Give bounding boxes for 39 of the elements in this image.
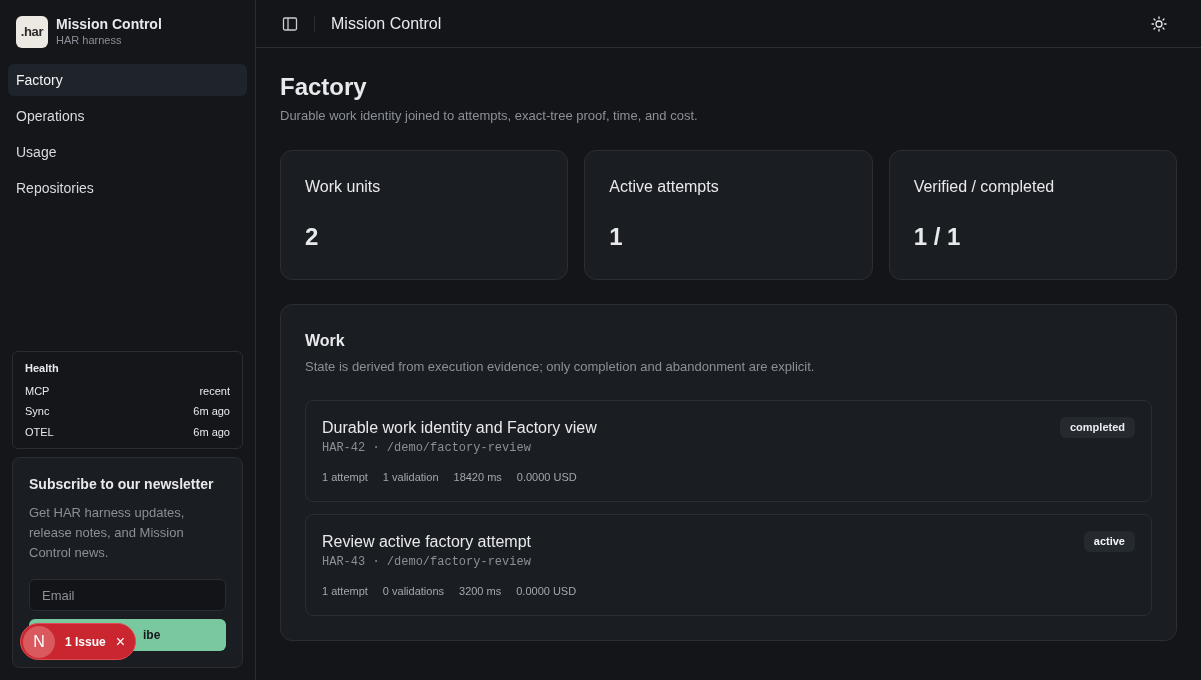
- work-subtitle: State is derived from execution evidence; only completion and abandonment are explicit.: [305, 357, 816, 376]
- status-badge: completed: [1060, 417, 1135, 438]
- work-item-meta: 0.0000 USD: [516, 470, 577, 485]
- stat-label: Work units: [305, 176, 382, 197]
- stat-label: Verified / completed: [913, 176, 1056, 197]
- issue-avatar: N: [23, 625, 55, 658]
- app-subtitle: HAR harness: [56, 33, 123, 48]
- health-value: 6m ago: [193, 404, 230, 419]
- status-badge: active: [1083, 531, 1135, 552]
- work-item-meta: 1 attempt: [322, 470, 368, 485]
- work-item-meta: 1 validation: [382, 470, 439, 485]
- work-item-path: HAR-42 · /demo/factory-review: [322, 440, 531, 457]
- issue-count: 1 Issue: [65, 633, 106, 651]
- health-label: OTEL: [25, 424, 54, 440]
- stat-value: 2: [305, 221, 320, 252]
- app-title: Mission Control: [56, 16, 162, 34]
- work-item-path: HAR-43 · /demo/factory-review: [322, 554, 531, 571]
- newsletter-title: Subscribe to our newsletter: [29, 475, 215, 494]
- work-item-title: Review active factory attempt: [322, 532, 531, 552]
- work-item-meta: 3200 ms: [459, 584, 502, 599]
- health-title: Health: [25, 361, 60, 376]
- work-item-meta: 1 attempt: [322, 584, 368, 599]
- health-label: MCP: [25, 383, 50, 399]
- header-title: Mission Control: [331, 13, 442, 34]
- health-value: recent: [199, 383, 230, 399]
- work-item-title: Durable work identity and Factory view: [322, 418, 597, 438]
- stat-label: Active attempts: [609, 176, 720, 197]
- health-label: Sync: [25, 404, 50, 419]
- page-title: Factory: [280, 72, 368, 102]
- work-title: Work: [305, 330, 346, 351]
- health-value: 6m ago: [193, 424, 230, 440]
- app-logo: .har: [16, 16, 48, 48]
- work-item-meta: 0 validations: [382, 584, 444, 599]
- newsletter-text: Get HAR harness updates, release notes, and Mission Control news.: [29, 504, 186, 562]
- work-item-meta: 18420 ms: [453, 470, 502, 485]
- work-item-meta: 0.0000 USD: [516, 584, 577, 599]
- page-subtitle: Durable work identity joined to attempts, exact-tree proof, time, and cost.: [280, 107, 699, 125]
- stat-value: 1 / 1: [913, 221, 962, 252]
- stat-value: 1: [609, 221, 624, 252]
